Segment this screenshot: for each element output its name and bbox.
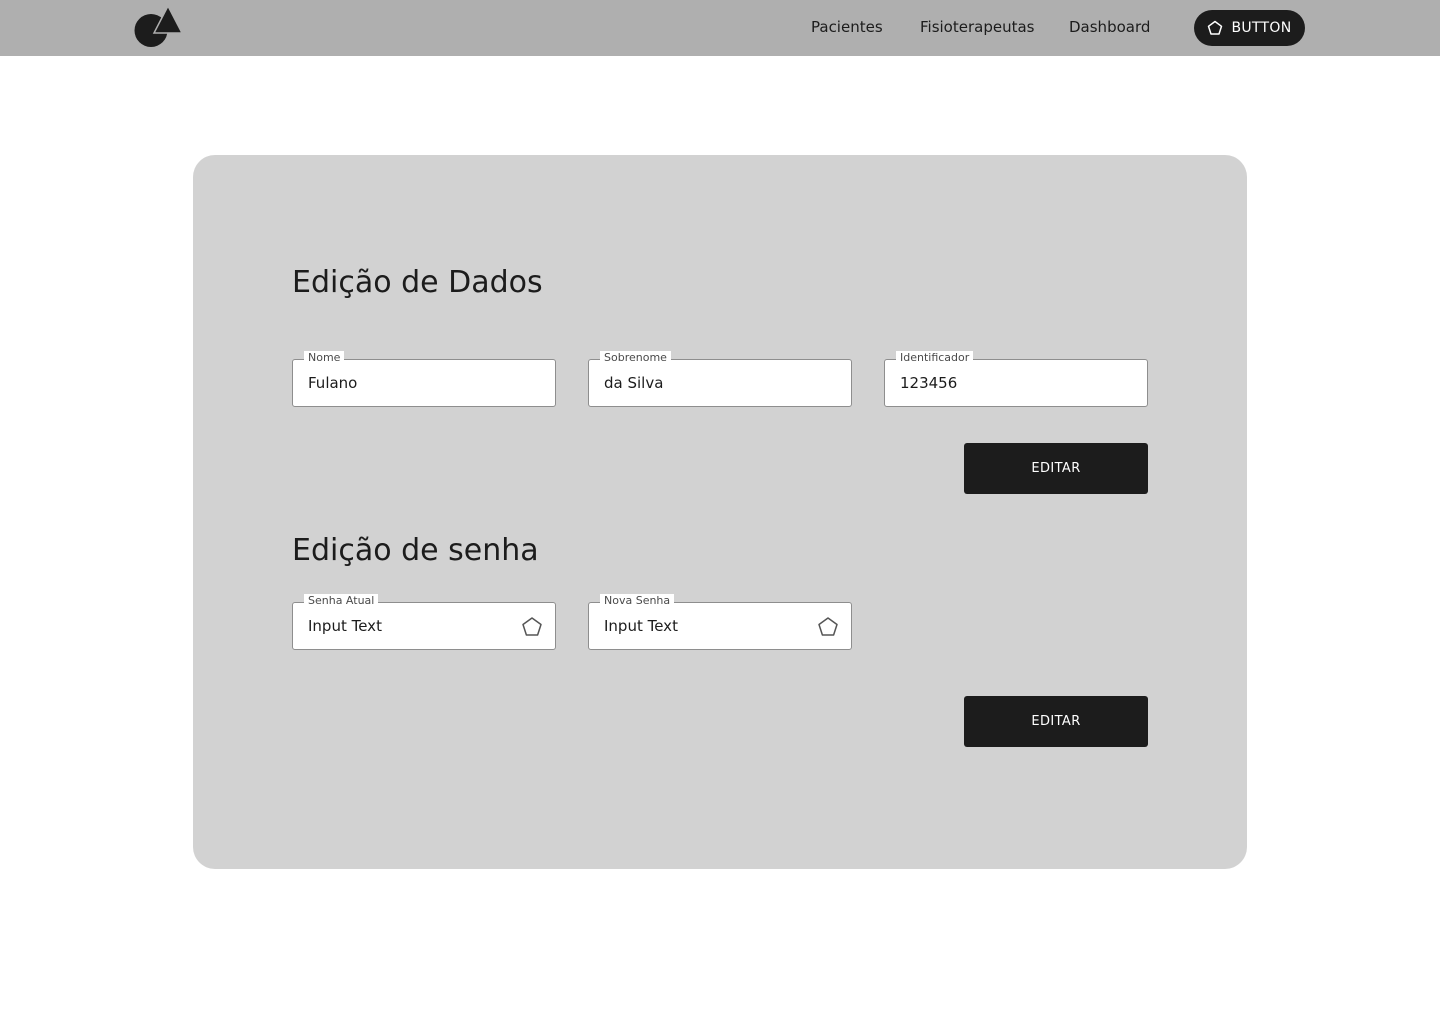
identificador-field-label: Identificador: [896, 351, 974, 365]
pentagon-icon[interactable]: [817, 616, 839, 638]
nav-link-fisioterapeutas[interactable]: Fisioterapeutas: [920, 18, 1034, 36]
data-section-title: Edição de Dados: [292, 265, 543, 300]
edit-password-button[interactable]: EDITAR: [964, 696, 1148, 747]
edit-card: Edição de Dados Nome Fulano Sobrenome da…: [193, 155, 1247, 869]
nav-link-dashboard[interactable]: Dashboard: [1069, 18, 1150, 36]
header-action-button-label: BUTTON: [1231, 20, 1292, 36]
triangle-circle-logo-icon[interactable]: [134, 6, 182, 48]
new-password-field-value[interactable]: Input Text: [604, 617, 804, 635]
current-password-field-value[interactable]: Input Text: [308, 617, 508, 635]
edit-data-button[interactable]: EDITAR: [964, 443, 1148, 494]
current-password-field-label: Senha Atual: [304, 594, 379, 608]
current-password-field[interactable]: Senha Atual Input Text: [292, 594, 556, 650]
nome-field-label: Nome: [304, 351, 345, 365]
pentagon-icon[interactable]: [521, 616, 543, 638]
sobrenome-field[interactable]: Sobrenome da Silva: [588, 351, 852, 407]
top-navbar: Pacientes Fisioterapeutas Dashboard BUTT…: [0, 0, 1440, 56]
nav-link-pacientes[interactable]: Pacientes: [811, 18, 883, 36]
password-section-title: Edição de senha: [292, 533, 539, 568]
header-action-button[interactable]: BUTTON: [1194, 10, 1305, 46]
sobrenome-field-value[interactable]: da Silva: [604, 374, 804, 392]
new-password-field-label: Nova Senha: [600, 594, 675, 608]
new-password-field[interactable]: Nova Senha Input Text: [588, 594, 852, 650]
pentagon-icon: [1208, 20, 1223, 35]
nome-field-value[interactable]: Fulano: [308, 374, 508, 392]
identificador-field[interactable]: Identificador 123456: [884, 351, 1148, 407]
sobrenome-field-label: Sobrenome: [600, 351, 671, 365]
identificador-field-value[interactable]: 123456: [900, 374, 1100, 392]
nome-field[interactable]: Nome Fulano: [292, 351, 556, 407]
